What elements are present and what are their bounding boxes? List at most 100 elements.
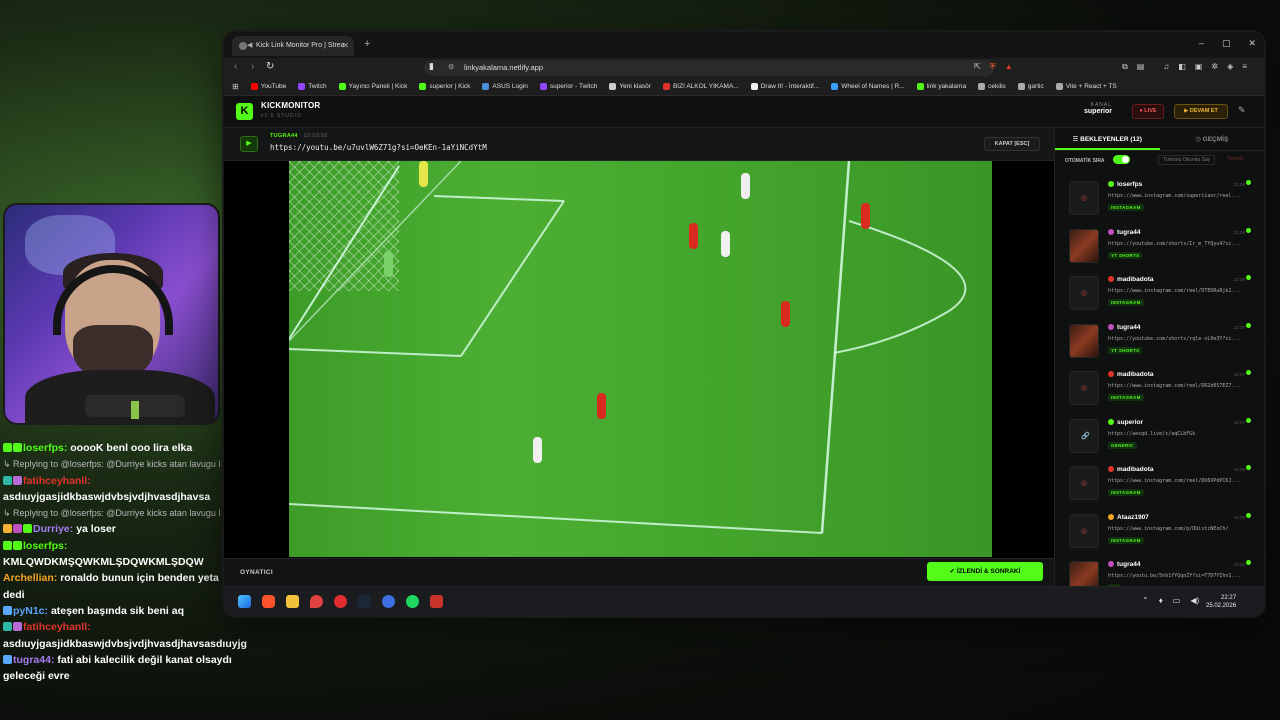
site-info-icon[interactable]: ⚙ xyxy=(448,63,454,71)
speaker-icon[interactable]: ◀ xyxy=(247,41,252,49)
browser-tab[interactable]: ◀ Kick Link Monitor Pro | Strea ✕ xyxy=(232,36,354,56)
mark-all-read-button[interactable]: Tümünü Okundu Say xyxy=(1158,155,1216,165)
edit-icon[interactable]: ✎ xyxy=(1238,105,1246,116)
platform-dot-icon xyxy=(1108,561,1114,567)
queue-sender: superior xyxy=(1108,418,1143,426)
wallet-icon[interactable]: ▣ xyxy=(1195,62,1203,72)
app-header: K KICKMONITOR v1.0 STUDIO KANAL superior… xyxy=(224,96,1264,128)
reload-icon[interactable]: ↻ xyxy=(266,61,274,72)
media-app-icon[interactable] xyxy=(430,595,443,608)
queue-item[interactable]: ◎ madibadota 22:07 https://www.instagram.co… xyxy=(1063,365,1253,409)
instagram-icon: ◎ xyxy=(1081,527,1088,535)
bookmark-item[interactable]: gartic xyxy=(1017,83,1044,90)
close-player-button[interactable]: KAPAT [ESC] xyxy=(984,137,1040,151)
status-dot-icon xyxy=(1246,227,1251,233)
bookmark-icon[interactable]: ▮ xyxy=(429,61,434,72)
queue-item[interactable]: tugra44 22:07 https://youtube.com/shorts/r… xyxy=(1063,318,1253,362)
current-url[interactable]: https://youtu.be/u7uvlW6Z71g?si=OeKEn-1a… xyxy=(270,143,487,152)
chat-message-text: ronaldo bunun için benden yeta xyxy=(60,572,219,585)
chat-message-text: asdıuyjgasjidkbaswjdvbsjvdjhvasdjhavsasd… xyxy=(3,637,247,650)
bookmark-item[interactable]: Twitch xyxy=(298,83,327,90)
chat-message-text: ya loser xyxy=(76,523,116,536)
bookmark-item[interactable]: Yayıncı Paneli | Kick xyxy=(338,83,407,90)
bookmark-item[interactable]: Vite + React + TS xyxy=(1055,83,1117,90)
vpn-icon[interactable]: ◈ xyxy=(1227,62,1233,72)
reader-icon[interactable]: ▤ xyxy=(1137,62,1145,72)
watched-next-button[interactable]: ✔ İZLENDİ & SONRAKİ xyxy=(927,562,1043,581)
maximize-button[interactable]: ▢ xyxy=(1222,38,1231,49)
sender-name: TUGRA44 xyxy=(270,133,298,139)
mic-tray-icon[interactable]: ♦ xyxy=(1159,596,1163,605)
tray-chevron-icon[interactable]: ⌃ xyxy=(1142,596,1149,605)
spotify-icon[interactable] xyxy=(406,595,419,608)
chat-username[interactable]: pyN1c: xyxy=(13,605,48,617)
chat-username[interactable]: fatihceyhanll: xyxy=(23,475,91,487)
continue-button[interactable]: ▶ DEVAM ET xyxy=(1174,104,1228,119)
bookmark-item[interactable]: cekilis xyxy=(978,83,1006,90)
queue-item[interactable]: tugra44 22:04 https://youtu.be/5hh1fYQqnZY… xyxy=(1063,555,1253,586)
chat-username[interactable]: fatihceyhanll: xyxy=(23,621,91,633)
brave-shield-icon[interactable]: ⛨ xyxy=(990,62,996,72)
queue-time: 22:08 xyxy=(1233,277,1245,282)
back-icon[interactable]: ‹ xyxy=(234,61,237,72)
queue-item[interactable]: ◎ loserfps 22:09 https://www.instagram.com/… xyxy=(1063,175,1253,219)
chat-username[interactable]: tugra44: xyxy=(13,654,54,666)
sidebar-icon[interactable]: ◧ xyxy=(1178,62,1186,72)
queue-platform-badge: INSTAGRAM xyxy=(1108,394,1144,401)
music-icon[interactable]: ♫ xyxy=(1163,62,1169,72)
queue-item[interactable]: ◎ madibadota 22:08 https://www.instagram.co… xyxy=(1063,270,1253,314)
queue-item[interactable]: ◎ madibadota 22:06 https://www.instagram.co… xyxy=(1063,460,1253,504)
minimize-button[interactable]: – xyxy=(1199,38,1204,49)
url-field[interactable]: ⚙ linkyakalama.netlify.app xyxy=(424,60,994,76)
queue-item[interactable]: ◎ Ataaz1907 22:05 https://www.instagram.com… xyxy=(1063,508,1253,552)
player-footer: OYNATICI ✔ İZLENDİ & SONRAKİ xyxy=(224,558,1054,586)
live-button[interactable]: ● LIVE xyxy=(1132,104,1164,119)
new-tab-button[interactable]: + xyxy=(364,38,370,50)
bookmark-item[interactable]: Draw It! - İnteraktif... xyxy=(750,83,819,90)
share-icon[interactable]: ⇱ xyxy=(974,62,981,72)
maps-pin-icon[interactable] xyxy=(310,595,323,608)
blue-app-icon[interactable] xyxy=(382,595,395,608)
windows-start-icon[interactable] xyxy=(238,595,251,608)
chat-username[interactable]: Archellian: xyxy=(3,572,57,584)
queue-item[interactable]: 🔗 superior 22:07 https://aesqd.live/c/aqCLb… xyxy=(1063,413,1253,457)
video-player[interactable] xyxy=(224,161,1054,558)
chat-username[interactable]: loserfps: xyxy=(23,540,67,552)
red-app-icon[interactable] xyxy=(334,595,347,608)
bookmark-label: YouTube xyxy=(260,83,287,90)
queue-sender: tugra44 xyxy=(1108,228,1140,236)
apps-grid-icon[interactable]: ⊞ xyxy=(232,82,239,91)
steam-icon[interactable] xyxy=(358,595,371,608)
brave-browser-icon[interactable] xyxy=(262,595,275,608)
forward-icon[interactable]: › xyxy=(251,61,254,72)
bookmark-item[interactable]: superior - Twitch xyxy=(539,83,597,90)
extension-icon[interactable]: ⧉ xyxy=(1122,62,1128,72)
bookmark-item[interactable]: YouTube xyxy=(250,83,287,90)
menu-icon[interactable]: ≡ xyxy=(1242,62,1247,72)
bookmark-item[interactable]: Wheel of Names | R... xyxy=(831,83,905,90)
queue-sender: loserfps xyxy=(1108,181,1142,188)
platform-dot-icon xyxy=(1108,276,1114,282)
bookmark-item[interactable]: BIZI ALKOL YIKAMA... xyxy=(662,83,739,90)
volume-icon[interactable]: ◀) xyxy=(1190,596,1199,605)
bookmark-item[interactable]: ASUS Login xyxy=(482,83,528,90)
monitor-tray-icon[interactable]: ▭ xyxy=(1173,596,1181,605)
brave-rewards-icon[interactable]: ▲ xyxy=(1005,62,1013,72)
page-actions: ⇱ ⛨ ▲ xyxy=(974,62,1013,72)
system-clock[interactable]: 22:27 25.02.2026 xyxy=(1206,594,1236,610)
tab-waiting[interactable]: ☰ BEKLEYENLER (12) xyxy=(1055,128,1160,150)
bookmark-item[interactable]: link yakalama xyxy=(916,83,966,90)
queue-sender-name: loserfps xyxy=(1117,181,1143,188)
bookmark-item[interactable]: Yeni klasör xyxy=(609,83,651,90)
close-tab-icon[interactable]: ✕ xyxy=(342,41,349,50)
file-explorer-icon[interactable] xyxy=(286,595,299,608)
auto-queue-toggle[interactable] xyxy=(1113,155,1130,164)
queue-item[interactable]: tugra44 22:08 https://youtube.com/shorts/I… xyxy=(1063,223,1253,267)
chat-username[interactable]: loserfps: xyxy=(23,442,67,454)
clear-button[interactable]: Temizle xyxy=(1227,156,1244,162)
bookmark-item[interactable]: superior | Kick xyxy=(419,83,470,90)
chat-username[interactable]: Durriye: xyxy=(33,523,73,535)
close-window-button[interactable]: ✕ xyxy=(1248,38,1256,49)
puzzle-icon[interactable]: ✲ xyxy=(1211,62,1218,72)
tab-history[interactable]: ◷ GEÇMİŞ xyxy=(1160,128,1265,150)
